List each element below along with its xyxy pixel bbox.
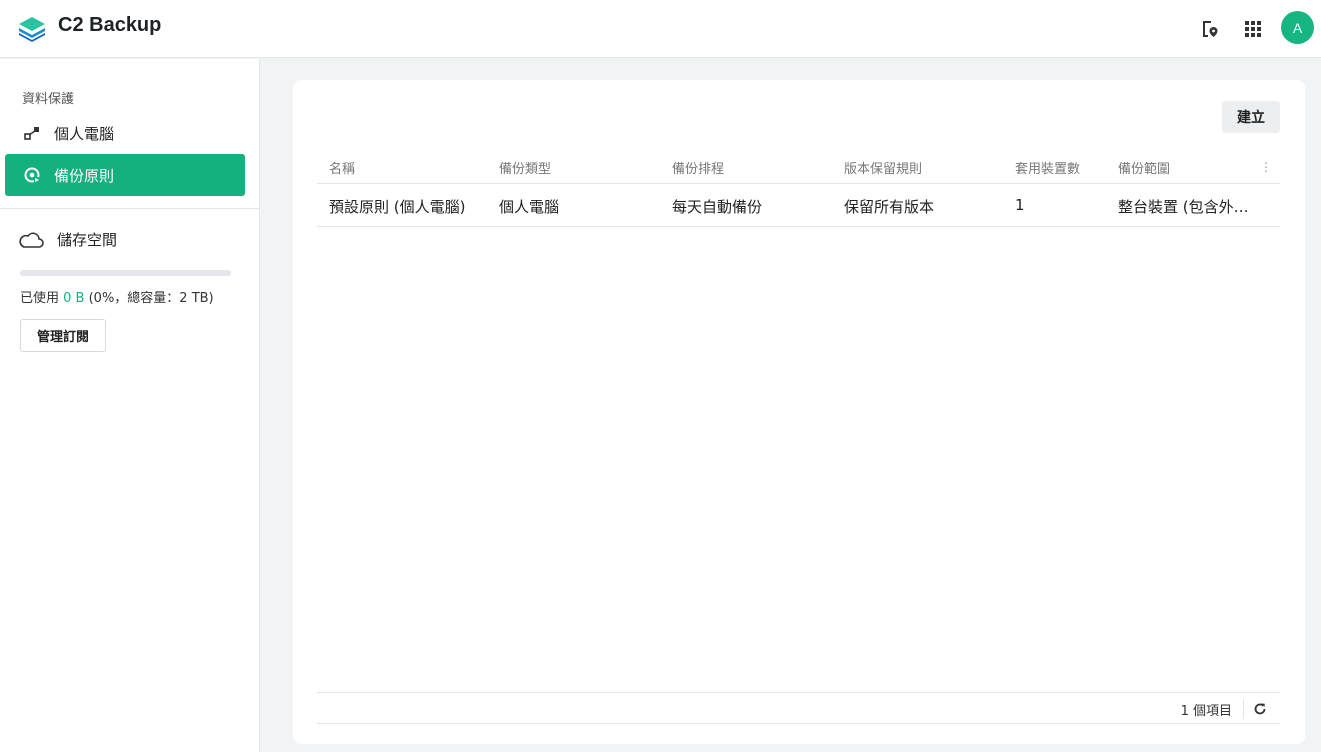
cell-devices: 1	[1015, 196, 1025, 214]
usage-used-value: 0 B	[63, 291, 85, 306]
device-link-icon	[23, 124, 41, 142]
usage-prefix: 已使用	[20, 291, 64, 306]
cloud-icon	[18, 230, 46, 250]
create-button[interactable]: 建立	[1222, 101, 1280, 133]
footer-divider	[1243, 699, 1244, 719]
table-header: 名稱 備份類型 備份排程 版本保留規則 套用裝置數 備份範圍 ⋮	[317, 150, 1280, 184]
column-header-name[interactable]: 名稱	[329, 158, 355, 177]
column-header-type[interactable]: 備份類型	[499, 158, 551, 177]
sidebar-item-label: 個人電腦	[54, 124, 115, 143]
policy-icon	[23, 166, 41, 184]
sidebar-item-storage[interactable]: 儲存空間	[18, 229, 117, 250]
sidebar-item-label: 儲存空間	[57, 231, 118, 249]
manage-subscription-button[interactable]: 管理訂閱	[20, 319, 107, 352]
policy-card: 建立 名稱 備份類型 備份排程 版本保留規則 套用裝置數 備份範圍 ⋮ 預設原則…	[293, 80, 1305, 744]
sidebar-item-backup-policy[interactable]: 備份原則	[5, 154, 245, 196]
column-options-icon[interactable]: ⋮	[1260, 160, 1272, 174]
sidebar-item-label: 備份原則	[54, 166, 115, 185]
app-header: C2 Backup A	[0, 0, 1321, 58]
column-header-devices[interactable]: 套用裝置數	[1015, 158, 1080, 177]
item-count: 1 個項目	[1180, 704, 1232, 719]
storage-usage-text: 已使用 0 B (0%，總容量：2 TB)	[20, 287, 214, 306]
refresh-icon[interactable]	[1250, 699, 1270, 719]
storage-usage-bar	[20, 270, 231, 276]
cell-type: 個人電腦	[499, 198, 560, 216]
cell-schedule: 每天自動備份	[672, 198, 763, 216]
user-avatar[interactable]: A	[1281, 11, 1314, 44]
policy-table: 名稱 備份類型 備份排程 版本保留規則 套用裝置數 備份範圍 ⋮ 預設原則 (個…	[317, 150, 1280, 227]
column-header-scope[interactable]: 備份範圍	[1118, 158, 1170, 177]
app-logo-icon	[19, 17, 45, 42]
sidebar: 資料保護 個人電腦 備份原則 儲存空間 已使用 0 B (0%，總容量：2 TB…	[0, 59, 260, 752]
column-header-schedule[interactable]: 備份排程	[672, 158, 724, 177]
file-location-icon[interactable]	[1197, 16, 1223, 42]
cell-name: 預設原則 (個人電腦)	[329, 198, 466, 216]
sidebar-item-pc[interactable]: 個人電腦	[5, 112, 245, 154]
sidebar-divider	[0, 208, 260, 209]
apps-grid-icon[interactable]	[1240, 16, 1266, 42]
usage-suffix: (0%，總容量：2 TB)	[84, 291, 214, 306]
column-header-retention[interactable]: 版本保留規則	[844, 158, 922, 177]
table-row[interactable]: 預設原則 (個人電腦) 個人電腦 每天自動備份 保留所有版本 1 整台裝置 (包…	[317, 184, 1280, 227]
table-footer: 1 個項目	[317, 692, 1280, 724]
app-title: C2 Backup	[58, 14, 162, 36]
cell-scope: 整台裝置 (包含外接…	[1118, 198, 1263, 216]
cell-retention: 保留所有版本	[844, 198, 935, 216]
section-label-data-protection: 資料保護	[22, 92, 75, 107]
